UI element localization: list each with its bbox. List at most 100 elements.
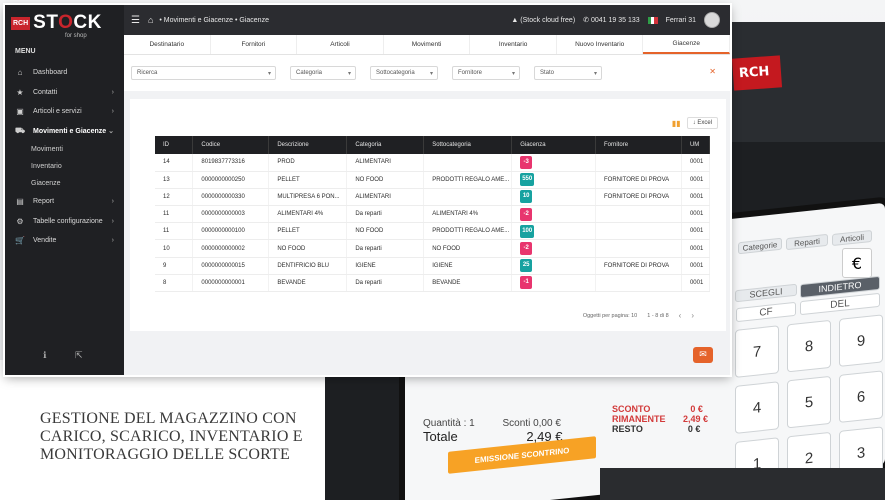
sconti-label: Sconti (502, 418, 531, 429)
key-8[interactable]: 8 (787, 319, 831, 373)
stock-table: ID Codice Descrizione Categoria Sottocat… (155, 136, 711, 293)
table-row[interactable]: 11 0000000000100 PELLET NO FOOD PRODOTTI REG… (155, 222, 711, 241)
sidebar-item-tabelle[interactable]: ⚙ Tabelle configurazione › (5, 212, 124, 232)
chevron-down-icon: ▾ (267, 70, 271, 77)
box-icon: ▣ (16, 107, 24, 117)
key-4[interactable]: 4 (735, 381, 779, 434)
columns-icon[interactable]: ▮▮ (672, 119, 681, 128)
warning-icon: ▲ (511, 16, 519, 24)
cell-um: 0001 (681, 239, 711, 258)
cell-id: 14 (155, 154, 194, 172)
column-header[interactable]: ID (155, 136, 194, 154)
cell-um: 0001 (681, 171, 711, 189)
column-header[interactable]: Sottocategoria (423, 136, 513, 154)
cell-um: 0001 (681, 257, 711, 275)
status-select-text: Stato (540, 70, 555, 76)
chevron-down-icon: ▾ (593, 70, 597, 77)
category-select[interactable]: Categoria ▾ (290, 66, 356, 80)
sidebar-item-articoli[interactable]: ▣ Articoli e servizi › (5, 102, 124, 122)
help-chat-button[interactable]: ✉ (693, 347, 713, 363)
cell-cat: ALIMENTARI (346, 154, 425, 172)
cell-code: 0000000000330 (192, 188, 270, 207)
sidebar-item-dashboard[interactable]: ⌂ Dashboard (5, 63, 124, 83)
sidebar-item-label: Vendite (33, 237, 57, 245)
table-row[interactable]: 13 0000000000250 PELLET NO FOOD PRODOTTI REG… (155, 171, 711, 189)
cell-subcat: PRODOTTI REGALO AME... (423, 171, 513, 189)
table-row[interactable]: 14 8019837773316 PROD ALIMENTARI -3 0001 (155, 154, 711, 172)
logo-text-part1: ST (33, 12, 59, 33)
supplier-select-text: Fornitore (458, 70, 483, 76)
sidebar-subitem-giacenze[interactable]: Giacenze (5, 175, 124, 192)
cell-subcat: PRODOTTI REGALO AME... (423, 222, 513, 241)
key-7[interactable]: 7 (735, 325, 779, 378)
user-name[interactable]: Ferrari 31 (666, 17, 696, 24)
logo[interactable]: RCH STOCK (11, 12, 102, 34)
cell-id: 12 (155, 188, 194, 207)
cell-supplier (595, 205, 682, 224)
key-5[interactable]: 5 (787, 375, 831, 429)
tab-fornitori[interactable]: Fornitori (211, 35, 298, 54)
sidebar-item-label: Tabelle configurazione (33, 217, 103, 225)
home-breadcrumb-icon[interactable]: ⌂ (148, 15, 153, 25)
totale-label: Totale (423, 429, 458, 444)
sidebar-item-report[interactable]: ▤ Report › (5, 192, 124, 212)
next-page-icon[interactable]: › (691, 311, 694, 320)
table-row[interactable]: 10 0000000000002 NO FOOD Da reparti NO FOOD -… (155, 239, 711, 258)
tab-giacenze[interactable]: Giacenze (643, 35, 730, 54)
prev-page-icon[interactable]: ‹ (679, 311, 682, 320)
breadcrumb: • Movimenti e Giacenze • Giacenze (159, 16, 269, 24)
table-row[interactable]: 12 0000000000330 MULTIPRESA 6 PON... ALIMEN… (155, 188, 711, 207)
sidebar-subitem-inventario[interactable]: Inventario (5, 158, 124, 175)
italian-flag-icon[interactable] (647, 16, 658, 24)
quantita-value: 1 (469, 418, 475, 429)
supplier-select[interactable]: Fornitore ▾ (452, 66, 520, 80)
avatar[interactable] (704, 12, 720, 28)
key-6[interactable]: 6 (839, 370, 883, 423)
cart-icon: 🛒 (15, 236, 25, 246)
sidebar-item-movimenti[interactable]: ⛟ Movimenti e Giacenze ⌄ (5, 122, 124, 142)
logo-subtitle: for shop (65, 33, 87, 39)
stock-badge: -3 (520, 155, 533, 169)
tab-movimenti[interactable]: Movimenti (384, 35, 471, 54)
menu-label: MENU (15, 48, 36, 55)
status-select[interactable]: Stato ▾ (534, 66, 602, 80)
info-icon[interactable]: ℹ (43, 351, 46, 361)
tab-destinatario[interactable]: Destinatario (124, 35, 211, 54)
cell-code: 0000000000250 (192, 171, 270, 189)
sidebar-item-contatti[interactable]: ★ Contatti › (5, 83, 124, 103)
tab-nuovo-inventario[interactable]: Nuovo Inventario (557, 35, 644, 54)
table-row[interactable]: 9 0000000000015 DENTIFRICIO BLU IGIENE IGIEN… (155, 257, 711, 275)
subcategory-select[interactable]: Sottocategoria ▾ (370, 66, 438, 80)
chevron-right-icon: › (111, 237, 114, 245)
chevron-down-icon: ▾ (347, 70, 351, 77)
column-header[interactable]: Categoria (346, 136, 425, 154)
clear-filters-icon[interactable]: ✕ (709, 67, 716, 76)
cell-code: 8019837773316 (192, 154, 270, 172)
sconto-label: SCONTO (612, 404, 651, 414)
logout-icon[interactable]: ⇱ (75, 351, 83, 361)
euro-key[interactable]: € (842, 248, 872, 278)
table-row[interactable]: 11 0000000000003 ALIMENTARI 4% Da reparti AL… (155, 205, 711, 224)
register-brand-tag: RCH (731, 55, 783, 91)
home-icon: ⌂ (17, 68, 23, 78)
rows-per-page[interactable]: Oggetti per pagina: 10 (583, 313, 637, 319)
tab-articoli[interactable]: Articoli (297, 35, 384, 54)
hamburger-menu-icon[interactable]: ☰ (131, 15, 140, 26)
column-header[interactable]: Codice (192, 136, 270, 154)
column-header[interactable]: Giacenza (511, 136, 597, 154)
table-row[interactable]: 8 0000000000001 BEVANDE Da reparti BEVANDE -1… (155, 274, 711, 293)
search-input[interactable]: Ricerca ▾ (131, 66, 276, 80)
sidebar-subitem-movimenti[interactable]: Movimenti (5, 141, 124, 158)
stock-badge: -1 (520, 276, 533, 290)
column-header[interactable]: UM (681, 136, 711, 154)
column-header[interactable]: Descrizione (268, 136, 348, 154)
tab-inventario[interactable]: Inventario (470, 35, 557, 54)
sconti-value: 0,00 € (533, 418, 561, 429)
user-shop: ▲ (Stock cloud free) (511, 17, 575, 24)
sidebar-item-vendite[interactable]: 🛒 Vendite › (5, 231, 124, 251)
page-range: 1 - 8 di 8 (647, 312, 669, 319)
column-header[interactable]: Fornitore (595, 136, 682, 154)
key-9[interactable]: 9 (839, 314, 883, 367)
subcategory-select-text: Sottocategoria (376, 70, 415, 76)
excel-export-button[interactable]: ↓ Excel (686, 117, 718, 129)
